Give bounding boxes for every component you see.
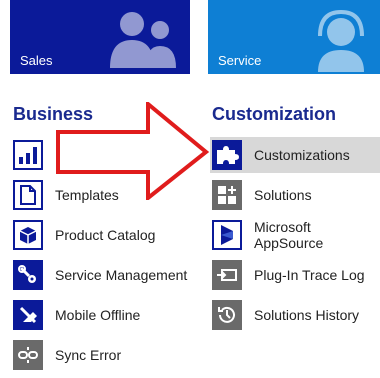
sidebar-item-label: Microsoft AppSource [254,219,324,251]
plug-in-icon [212,260,242,290]
sidebar-item-label: Customizations [254,147,350,163]
sidebar-item-label: Solutions [254,187,312,203]
sales-tile[interactable]: Sales [10,0,190,74]
sidebar-item-service-management[interactable]: Service Management [13,257,198,293]
sidebar-item-solutions[interactable]: Solutions [210,177,380,213]
chart-icon [13,140,43,170]
dynamics-logo-icon [212,220,242,250]
sidebar-item-sync-error[interactable]: Sync Error [13,337,198,373]
history-clock-icon [212,300,242,330]
sidebar-item-solutions-history[interactable]: Solutions History [210,297,380,333]
red-arrow-annotation [56,102,210,200]
document-icon [13,180,43,210]
service-tile[interactable]: Service [208,0,380,74]
sidebar-item-label: Product Catalog [55,227,156,243]
sidebar-item-appsource[interactable]: Microsoft AppSource [210,217,380,253]
broken-link-icon [13,340,43,370]
puzzle-piece-icon [212,140,242,170]
sidebar-item-label: Sync Error [55,347,122,363]
offline-icon [13,300,43,330]
service-tile-label: Service [218,53,262,68]
people-icon [110,12,176,68]
sidebar-item-label: Mobile Offline [55,307,141,323]
sidebar-item-label: Solutions History [254,307,360,323]
sidebar-item-label: Plug-In Trace Log [254,267,365,283]
catalog-box-icon [13,220,43,250]
sidebar-item-mobile-offline[interactable]: Mobile Offline [13,297,198,333]
sales-tile-label: Sales [20,53,53,68]
wrench-gear-icon [13,260,43,290]
sidebar-item-label: Service Management [55,267,188,283]
sidebar-item-product-catalog[interactable]: Product Catalog [13,217,198,253]
headset-icon [318,9,364,72]
customization-heading: Customization [212,104,336,124]
sidebar-item-customizations[interactable]: Customizations [210,137,380,173]
sidebar-item-plugin-trace-log[interactable]: Plug-In Trace Log [210,257,380,293]
solutions-grid-icon [212,180,242,210]
